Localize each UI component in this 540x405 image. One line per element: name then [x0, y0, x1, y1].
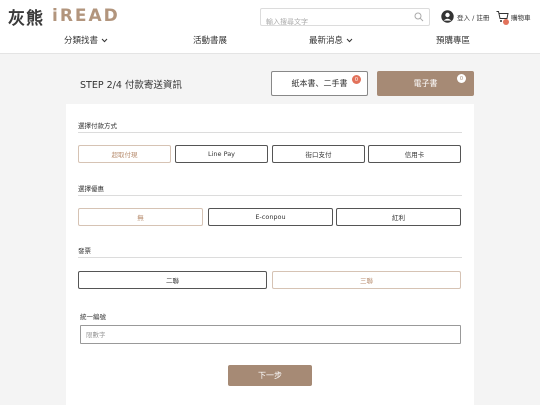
- chevron-down-icon: [101, 38, 108, 42]
- nav-item-preorder[interactable]: 預購專區: [436, 34, 470, 46]
- site-logo[interactable]: 灰熊 iREAD: [8, 6, 120, 29]
- nav-item-categories[interactable]: 分類找書: [64, 34, 108, 46]
- tax-id-input[interactable]: [80, 325, 461, 344]
- discount-option-ecoupon[interactable]: E-conpou: [208, 208, 333, 226]
- divider: [78, 195, 462, 196]
- next-step-button[interactable]: 下一步: [228, 365, 312, 386]
- tab-label: 電子書: [413, 79, 438, 88]
- search-box: [260, 8, 430, 30]
- tab-label: 紙本書、二手書: [291, 79, 348, 88]
- search-icon[interactable]: [414, 12, 424, 22]
- payment-option-cod[interactable]: 超取付現: [78, 145, 171, 163]
- logo-chinese: 灰熊: [8, 8, 44, 29]
- search-input[interactable]: [261, 14, 406, 30]
- tab-ebooks[interactable]: 電子書 0: [377, 71, 474, 96]
- cart-link[interactable]: 購物車: [511, 12, 531, 22]
- nav-label: 最新消息: [309, 36, 344, 46]
- payment-option-jkopay[interactable]: 街口支付: [272, 145, 365, 163]
- invoice-section-title: 發票: [78, 247, 91, 255]
- user-icon[interactable]: [441, 10, 454, 23]
- payment-section-title: 選擇付款方式: [78, 122, 117, 130]
- tax-id-label: 統一編號: [80, 313, 106, 321]
- nav-item-book-fair[interactable]: 活動書展: [193, 34, 227, 46]
- discount-option-none[interactable]: 無: [78, 208, 203, 226]
- payment-option-credit-card[interactable]: 信用卡: [368, 145, 461, 163]
- cart-badge: [503, 19, 509, 25]
- tab-paper-books[interactable]: 紙本書、二手書 0: [271, 71, 368, 96]
- invoice-option-duplicate[interactable]: 二聯: [78, 271, 267, 289]
- site-header: 灰熊 iREAD 登入 / 註冊 購物車 分類找書 活動書展 最新消息 預購專區: [0, 0, 540, 54]
- chevron-down-icon: [346, 38, 353, 42]
- nav-label: 分類找書: [64, 36, 99, 46]
- count-badge: 0: [457, 74, 466, 83]
- count-badge: 0: [352, 75, 361, 84]
- divider: [78, 257, 462, 258]
- checkout-form: 選擇付款方式 超取付現 Line Pay 街口支付 信用卡 選擇優惠 無 E-c…: [66, 104, 474, 405]
- nav-label: 預購專區: [436, 36, 471, 46]
- discount-option-bonus[interactable]: 紅利: [336, 208, 461, 226]
- logo-english: iREAD: [52, 6, 120, 26]
- invoice-option-triplicate[interactable]: 三聯: [272, 271, 461, 289]
- step-title: STEP 2/4 付款寄送資訊: [80, 80, 182, 91]
- discount-section-title: 選擇優惠: [78, 185, 104, 193]
- login-register-link[interactable]: 登入 / 註冊: [457, 12, 489, 22]
- nav-item-news[interactable]: 最新消息: [309, 34, 353, 46]
- divider: [78, 132, 462, 133]
- nav-label: 活動書展: [193, 36, 228, 46]
- payment-option-linepay[interactable]: Line Pay: [175, 145, 268, 163]
